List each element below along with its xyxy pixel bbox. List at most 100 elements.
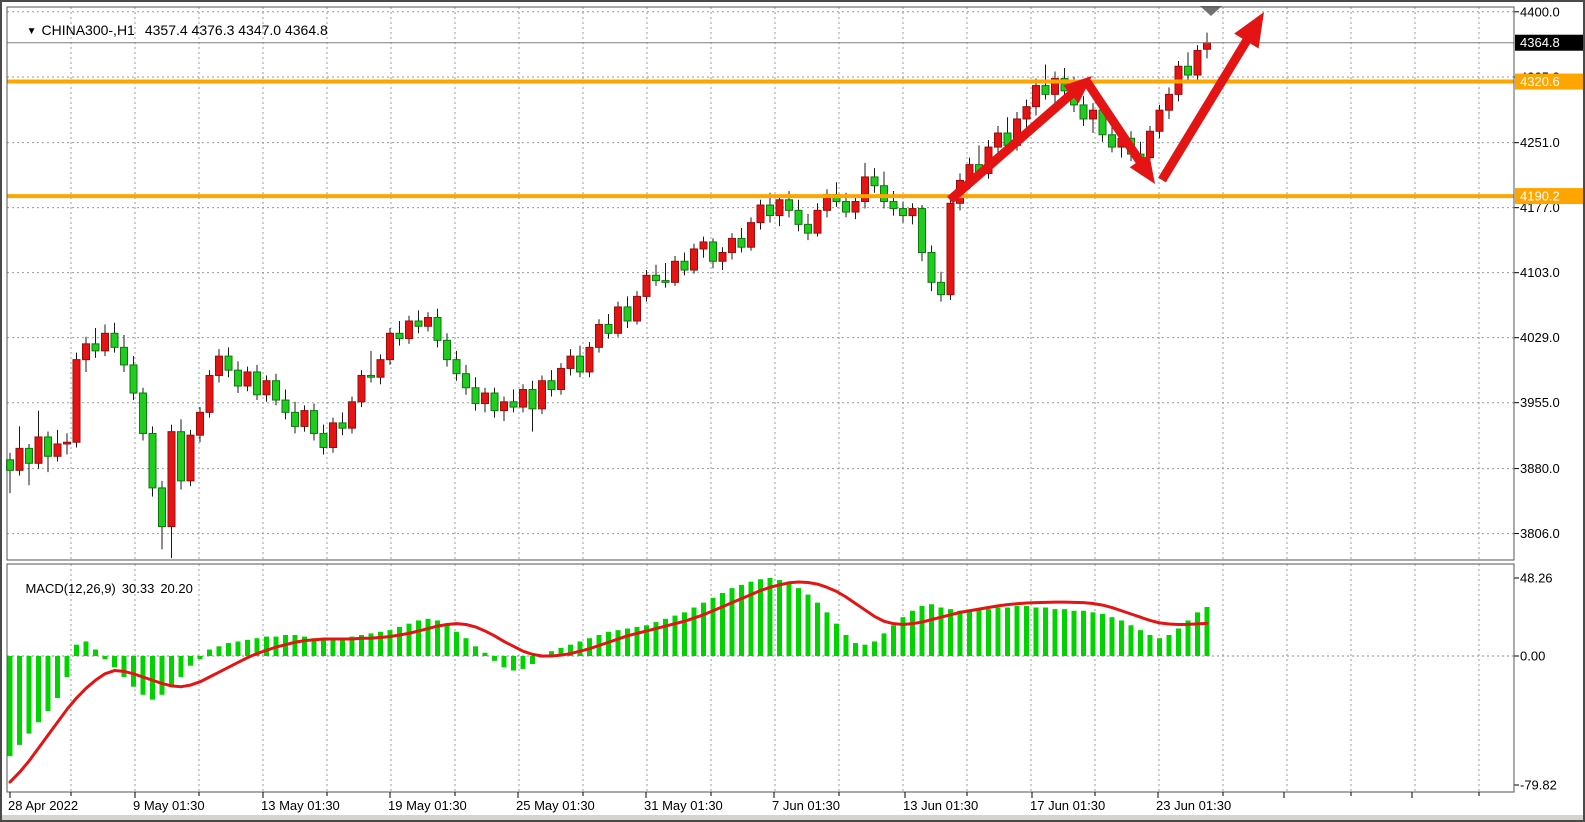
macd-histogram-bar [8, 656, 13, 756]
bear-candle [1080, 105, 1087, 119]
macd-histogram-bar [321, 640, 326, 656]
bull-candle [1090, 110, 1097, 119]
price-scale-label: 4029.0 [1520, 330, 1560, 345]
symbol-dropdown-icon[interactable]: ▼ [27, 26, 37, 37]
bull-candle [691, 249, 698, 270]
bull-candle [719, 252, 726, 261]
macd-histogram-bar [929, 604, 934, 656]
bear-candle [805, 224, 812, 233]
bear-candle [453, 360, 460, 374]
macd-histogram-bar [711, 598, 716, 656]
macd-histogram-bar [188, 656, 193, 666]
bull-candle [482, 393, 489, 404]
macd-value: 30.33 [122, 581, 155, 596]
macd-histogram-bar [616, 630, 621, 656]
macd-histogram-bar [112, 656, 117, 667]
bear-candle [368, 375, 375, 377]
bear-candle [871, 177, 878, 186]
bull-candle [244, 372, 251, 386]
macd-histogram-bar [1081, 611, 1086, 656]
macd-histogram-bar [264, 637, 269, 656]
time-scale-label: 31 May 01:30 [644, 798, 723, 813]
price-scale-label: 3955.0 [1520, 395, 1560, 410]
bull-candle [757, 205, 764, 223]
bear-candle [444, 340, 451, 359]
bear-candle [339, 423, 346, 428]
macd-histogram-bar [635, 627, 640, 656]
bear-candle [795, 210, 802, 224]
macd-histogram-bar [511, 656, 516, 671]
bear-candle [938, 282, 945, 294]
price-scale-label: 4400.0 [1520, 4, 1560, 19]
trading-terminal-window: 4400.04325.84251.04177.04103.04029.03955… [0, 0, 1585, 822]
macd-histogram-bar [131, 656, 136, 687]
bull-candle [16, 448, 23, 470]
macd-histogram-bar [958, 611, 963, 656]
macd-histogram-bar [768, 578, 773, 656]
price-chart-canvas[interactable]: 4400.04325.84251.04177.04103.04029.03955… [2, 2, 1585, 819]
macd-name: MACD(12,26,9) [25, 581, 115, 596]
bear-candle [434, 317, 441, 340]
bull-candle [406, 321, 413, 339]
bull-candle [83, 344, 90, 360]
bear-candle [463, 374, 470, 388]
macd-histogram-bar [1024, 606, 1029, 656]
bear-candle [767, 205, 774, 216]
bear-candle [624, 307, 631, 321]
bull-candle [672, 261, 679, 282]
bear-candle [491, 393, 498, 411]
macd-histogram-bar [27, 656, 32, 734]
bear-candle [7, 460, 14, 471]
bear-candle [159, 488, 166, 527]
macd-histogram-bar [1110, 617, 1115, 656]
bear-candle [111, 333, 118, 347]
bear-candle [710, 242, 717, 261]
bull-candle [852, 202, 859, 213]
time-scale-label: 23 Jun 01:30 [1156, 798, 1231, 813]
macd-histogram-bar [1119, 620, 1124, 656]
macd-histogram-bar [720, 593, 725, 656]
macd-histogram-bar [986, 609, 991, 656]
bull-candle [1166, 94, 1173, 110]
bear-candle [1109, 135, 1116, 147]
bear-candle [548, 381, 555, 390]
macd-histogram-bar [36, 656, 41, 722]
bear-candle [843, 202, 850, 213]
macd-histogram-bar [93, 650, 98, 656]
bull-candle [947, 203, 954, 294]
macd-histogram-bar [1148, 635, 1153, 656]
bull-candle [197, 412, 204, 435]
macd-histogram-bar [1034, 608, 1039, 656]
bear-candle [130, 365, 137, 393]
bear-candle [320, 433, 327, 447]
bear-candle [681, 261, 688, 270]
bear-candle [292, 412, 299, 426]
macd-histogram-bar [340, 638, 345, 656]
bull-candle [1023, 107, 1030, 119]
chart-header: ▼CHINA300-,H14357.4 4376.3 4347.0 4364.8 [11, 6, 328, 54]
macd-histogram-bar [806, 595, 811, 656]
macd-histogram-bar [521, 656, 526, 669]
bull-candle [102, 333, 109, 351]
bull-candle [330, 423, 337, 448]
macd-histogram-bar [1138, 630, 1143, 656]
macd-histogram-bar [207, 650, 212, 656]
bear-candle [881, 186, 888, 202]
macd-histogram-bar [730, 588, 735, 656]
macd-histogram-bar [844, 635, 849, 656]
bear-candle [26, 448, 33, 463]
macd-histogram-bar [1205, 607, 1210, 656]
bear-candle [1042, 86, 1049, 95]
bear-candle [662, 281, 669, 283]
bull-candle [301, 411, 308, 427]
price-scale-label: 4103.0 [1520, 265, 1560, 280]
bull-candle [748, 223, 755, 248]
bear-candle [529, 390, 536, 409]
bull-candle [814, 210, 821, 233]
macd-histogram-bar [473, 646, 478, 656]
macd-histogram-bar [834, 624, 839, 656]
bull-candle [558, 368, 565, 389]
macd-histogram-bar [226, 643, 231, 656]
macd-signal-value: 20.20 [160, 581, 193, 596]
price-scale-label: 3880.0 [1520, 461, 1560, 476]
